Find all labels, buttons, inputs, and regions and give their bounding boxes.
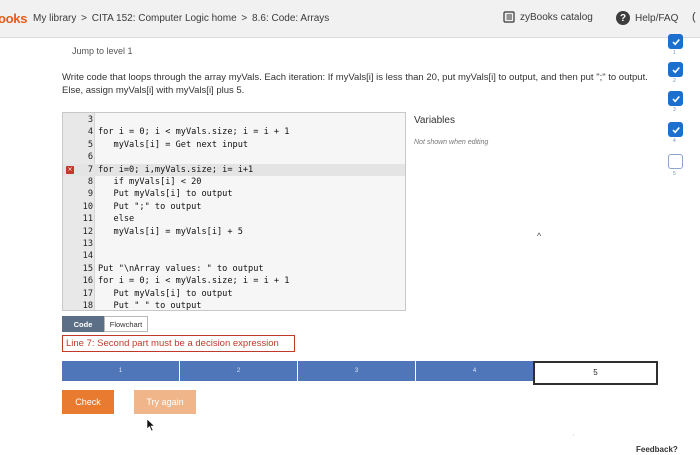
code-line[interactable]: 10 Put ";" to output: [63, 201, 405, 213]
code-line[interactable]: 3: [63, 114, 405, 126]
top-bar: ooks My library > CITA 152: Computer Log…: [0, 0, 700, 38]
level-1-number: 1: [673, 50, 676, 56]
code-line[interactable]: 17 Put myVals[i] to output: [63, 288, 405, 300]
breadcrumb-section: 8.6: Code: Arrays: [252, 13, 330, 24]
help-label: Help/FAQ: [635, 12, 679, 24]
line-number: 5: [87, 139, 93, 150]
line-number: 9: [87, 189, 93, 200]
brand-logo[interactable]: ooks: [0, 11, 27, 26]
caret-up-icon: ^: [537, 231, 542, 241]
code-text[interactable]: Put myVals[i] to output: [98, 288, 233, 300]
level-checklist: 1 2 3 4 5: [668, 34, 694, 194]
code-text[interactable]: Put "\nArray values: " to output: [98, 263, 264, 275]
code-line[interactable]: 13: [63, 238, 405, 250]
breadcrumb-my-library[interactable]: My library: [33, 13, 76, 24]
catalog-icon: [503, 11, 515, 23]
line-number: 3: [87, 115, 93, 125]
jump-to-level[interactable]: Jump to level 1: [72, 46, 133, 56]
code-line[interactable]: 8 if myVals[i] < 20: [63, 176, 405, 188]
code-text[interactable]: for i = 0; i < myVals.size; i = i + 1: [98, 275, 289, 287]
level-3-number: 3: [673, 107, 676, 113]
help-link[interactable]: ? Help/FAQ: [616, 11, 678, 25]
breadcrumb-separator: >: [81, 13, 87, 24]
progress-segment-1[interactable]: 1: [62, 361, 179, 381]
line-number: 6: [87, 152, 93, 163]
line-number: 18: [82, 301, 93, 311]
error-marker-icon[interactable]: ×: [66, 165, 74, 174]
catalog-link[interactable]: zyBooks catalog: [503, 11, 593, 23]
level-3-check-icon[interactable]: [668, 91, 683, 106]
progress-segment-3[interactable]: 3: [298, 361, 415, 381]
code-line[interactable]: 18 Put " " to output: [63, 300, 405, 311]
code-text[interactable]: else: [98, 213, 135, 225]
variables-note: Not shown when editing: [414, 139, 489, 146]
breadcrumb-course-home[interactable]: CITA 152: Computer Logic home: [92, 13, 237, 24]
line-number: 7: [87, 164, 93, 175]
code-text[interactable]: Put myVals[i] to output: [98, 188, 233, 200]
level-4-number: 4: [673, 138, 676, 144]
help-icon: ?: [616, 11, 630, 25]
line-number: 14: [82, 251, 93, 262]
level-1-check-icon[interactable]: [668, 34, 683, 49]
code-line[interactable]: × 7 for i=0; i,myVals.size; i= i+1: [63, 163, 405, 176]
line-number: 8: [87, 177, 93, 187]
code-text[interactable]: Put " " to output: [98, 300, 202, 310]
code-text[interactable]: for i = 0; i < myVals.size; i = i + 1: [98, 126, 289, 138]
decorative-mark: ': [573, 435, 575, 441]
error-message: Line 7: Second part must be a decision e…: [62, 335, 295, 352]
try-again-button[interactable]: Try again: [134, 390, 196, 414]
code-line[interactable]: 14: [63, 250, 405, 262]
progress-segment-2[interactable]: 2: [180, 361, 297, 381]
line-number: 16: [82, 276, 93, 287]
code-line[interactable]: 6: [63, 151, 405, 163]
check-button[interactable]: Check: [62, 390, 114, 414]
code-text[interactable]: Put ";" to output: [98, 201, 202, 213]
code-line[interactable]: 16 for i = 0; i < myVals.size; i = i + 1: [63, 275, 405, 287]
breadcrumb: My library > CITA 152: Computer Logic ho…: [33, 13, 329, 24]
variables-title: Variables: [414, 115, 455, 126]
code-line[interactable]: 11 else: [63, 213, 405, 225]
tab-code[interactable]: Code: [62, 316, 104, 332]
progress-segment-current[interactable]: 5: [533, 361, 658, 385]
code-text[interactable]: for i=0; i,myVals.size; i= i+1: [98, 164, 253, 176]
level-progress-bar: 1 2 3 4 5: [62, 361, 658, 385]
code-editor[interactable]: 3 4 for i = 0; i < myVals.size; i = i + 15…: [62, 112, 406, 311]
line-number: 12: [82, 226, 93, 237]
code-line[interactable]: 15 Put "\nArray values: " to output: [63, 263, 405, 275]
line-number: 17: [82, 288, 93, 299]
level-5-number: 5: [673, 171, 676, 177]
tab-flowchart[interactable]: Flowchart: [104, 316, 148, 332]
line-number: 10: [82, 201, 93, 212]
level-2-check-icon[interactable]: [668, 62, 683, 77]
line-number: 4: [87, 127, 93, 138]
user-menu-edge[interactable]: (: [692, 11, 696, 23]
code-line[interactable]: 12 myVals[i] = myVals[i] + 5: [63, 226, 405, 238]
code-text[interactable]: myVals[i] = Get next input: [98, 139, 249, 151]
breadcrumb-separator: >: [241, 13, 248, 24]
feedback-link[interactable]: Feedback?: [636, 445, 678, 454]
code-line[interactable]: 9 Put myVals[i] to output: [63, 188, 405, 200]
progress-segment-4[interactable]: 4: [416, 361, 533, 381]
level-5-empty-icon[interactable]: [668, 154, 683, 169]
code-line[interactable]: 4 for i = 0; i < myVals.size; i = i + 1: [63, 126, 405, 138]
line-number: 11: [82, 214, 93, 225]
level-2-number: 2: [673, 78, 676, 84]
code-line[interactable]: 5 myVals[i] = Get next input: [63, 139, 405, 151]
line-number: 15: [82, 263, 93, 274]
mouse-cursor-icon: [146, 418, 156, 432]
activity-prompt: Write code that loops through the array …: [62, 72, 648, 96]
level-4-check-icon[interactable]: [668, 122, 683, 137]
code-text[interactable]: if myVals[i] < 20: [98, 176, 202, 188]
catalog-label: zyBooks catalog: [520, 11, 593, 23]
line-number: 13: [82, 239, 93, 249]
code-text[interactable]: myVals[i] = myVals[i] + 5: [98, 226, 243, 238]
